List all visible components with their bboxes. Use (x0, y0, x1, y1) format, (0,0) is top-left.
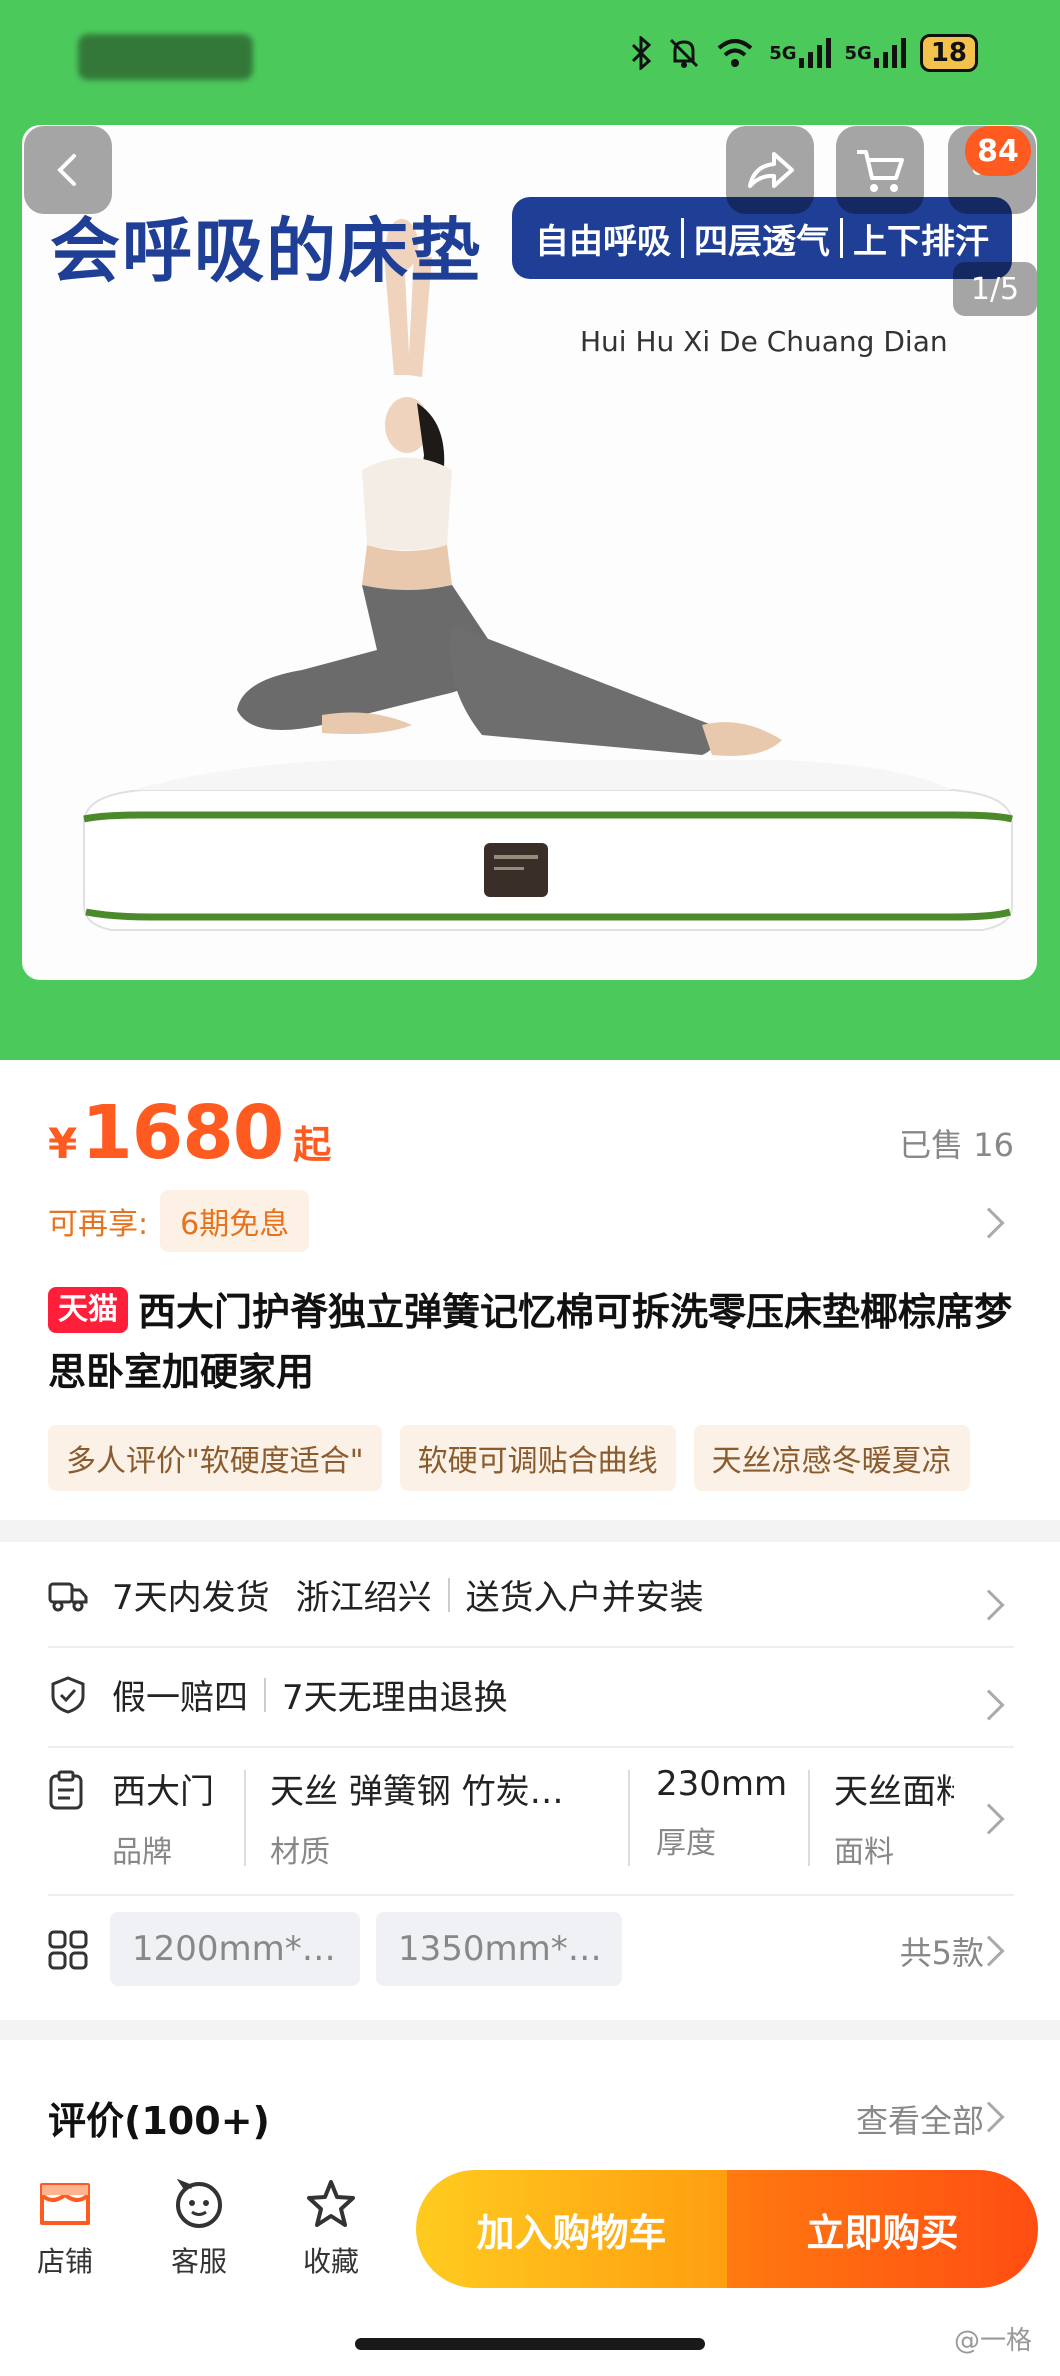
tmall-badge: 天猫 (48, 1287, 128, 1333)
hero-pill-item: 自由呼吸 (535, 221, 671, 262)
home-indicator[interactable] (355, 2338, 705, 2350)
guarantee-fake-claim: 假一赔四 (112, 1678, 248, 1718)
star-icon (286, 2176, 376, 2232)
signal-1-label: 5G (769, 42, 797, 64)
review-tag[interactable]: 多人评价"软硬度适合" (48, 1425, 382, 1491)
price-suffix: 起 (293, 1123, 332, 1167)
purchase-button-group: 加入购物车 立即购买 (416, 2170, 1038, 2288)
customer-service-label: 客服 (170, 2245, 227, 2278)
review-tag[interactable]: 软硬可调贴合曲线 (399, 1425, 676, 1491)
spec-material: 天丝 弹簧钢 竹炭… 材质 (270, 1764, 610, 1874)
price-value: 1680 (81, 1090, 284, 1176)
clipboard-icon (48, 1770, 84, 1814)
spec-value: 西大门 (112, 1772, 214, 1812)
spec-label: 面料 (834, 1835, 894, 1870)
wifi-icon (715, 33, 755, 73)
bottom-action-bar: 店铺 客服 收藏 加入购物车 立即购买 (0, 2150, 1060, 2300)
divider (264, 1677, 266, 1712)
product-title-text: 西大门护脊独立弹簧记忆棉可拆洗零压床垫椰棕席梦思卧室加硬家用 (48, 1290, 1013, 1394)
product-detail-page: 5G 5G 18 会呼吸的床垫 自由呼吸 四层透气 上下排汗 Hui Hu Xi… (0, 0, 1060, 2376)
carrier-blurred (78, 34, 253, 80)
product-info-card: ¥ 1680 起 已售 16 可再享: 6期免息 天猫 西大门护脊独立弹簧记忆棉可… (0, 1060, 1060, 1520)
watermark: @一格 (953, 2326, 1032, 2356)
product-title: 天猫 西大门护脊独立弹簧记忆棉可拆洗零压床垫椰棕席梦思卧室加硬家用 (48, 1282, 1018, 1402)
store-icon (20, 2176, 110, 2232)
review-tags: 多人评价"软硬度适合" 软硬可调贴合曲线 天丝凉感冬暖夏凉 (48, 1425, 1060, 1491)
chat-face-icon (154, 2176, 244, 2232)
cart-icon (857, 150, 904, 192)
spec-brand: 西大门 品牌 (112, 1764, 214, 1874)
spec-value: 230mm (656, 1764, 788, 1804)
spec-value: 天丝 弹簧钢 竹炭… (270, 1772, 564, 1812)
reviews-title: 评价(100+) (48, 2099, 270, 2143)
shipping-install: 送货入户并安装 (465, 1578, 704, 1618)
installment-label: 可再享: (48, 1207, 149, 1242)
cart-button[interactable] (836, 126, 924, 214)
currency-symbol: ¥ (48, 1119, 78, 1168)
spec-label: 品牌 (112, 1835, 172, 1870)
spec-value: 天丝面料 (834, 1772, 954, 1812)
guarantee-return: 7天无理由退换 (282, 1678, 508, 1718)
product-image-carousel[interactable]: 会呼吸的床垫 自由呼吸 四层透气 上下排汗 Hui Hu Xi De Chuan… (22, 125, 1037, 980)
size-option[interactable]: 1350mm*… (376, 1912, 622, 1986)
installment-chip: 6期免息 (160, 1190, 310, 1252)
hero-pill-item: 上下排汗 (853, 221, 989, 262)
mute-bell-icon (667, 33, 701, 73)
spec-label: 材质 (270, 1835, 330, 1870)
shipping-time: 7天内发货 (112, 1578, 270, 1618)
spec-grid[interactable]: 西大门 品牌 天丝 弹簧钢 竹炭… 材质 230mm 厚度 天丝面料 面料 (48, 1764, 1014, 1874)
spec-label: 厚度 (656, 1826, 716, 1861)
spec-divider (244, 1770, 246, 1866)
divider (48, 1746, 1014, 1748)
size-option[interactable]: 1200mm*… (110, 1912, 360, 1986)
installment-row[interactable]: 可再享: 6期免息 (48, 1190, 310, 1252)
cellular-signal-2-icon: 5G (845, 33, 906, 73)
status-icons: 5G 5G 18 (629, 30, 978, 76)
shipping-row[interactable]: 7天内发货 浙江绍兴 送货入户并安装 (48, 1570, 1014, 1619)
chevron-right-icon[interactable] (973, 1207, 1005, 1239)
spec-divider (628, 1770, 630, 1866)
favorite-button[interactable]: 收藏 (286, 2176, 376, 2280)
signal-2-label: 5G (844, 42, 872, 64)
customer-service-button[interactable]: 客服 (154, 2176, 244, 2280)
favorite-label: 收藏 (302, 2245, 359, 2278)
service-spec-card: 7天内发货 浙江绍兴 送货入户并安装 假一赔四 7天无理由退换 西大门 品牌 天… (0, 1542, 1060, 2020)
cellular-signal-1-icon: 5G (769, 33, 831, 73)
price: ¥ 1680 起 (48, 1090, 331, 1176)
spec-divider (808, 1770, 810, 1866)
hero-pill-item: 四层透气 (694, 221, 830, 262)
divider (48, 1894, 1014, 1896)
back-button[interactable] (24, 126, 112, 214)
spec-fabric: 天丝面料 面料 (834, 1764, 954, 1874)
grid-icon (48, 1930, 88, 1974)
sold-count: 已售 16 (899, 1126, 1014, 1164)
shipping-origin: 浙江绍兴 (295, 1578, 432, 1618)
chevron-left-icon (57, 154, 76, 186)
pill-divider (681, 218, 684, 258)
divider (48, 1646, 1014, 1648)
shield-check-icon (48, 1675, 88, 1715)
bluetooth-icon (629, 33, 653, 73)
divider (447, 1577, 450, 1612)
add-to-cart-button[interactable]: 加入购物车 (416, 2170, 727, 2288)
store-button[interactable]: 店铺 (20, 2176, 110, 2280)
guarantee-row[interactable]: 假一赔四 7天无理由退换 (48, 1670, 1014, 1719)
share-button[interactable] (726, 126, 814, 214)
hero-subtitle: Hui Hu Xi De Chuang Dian (580, 325, 948, 358)
sizes-total[interactable]: 共5款 (900, 1928, 984, 1974)
truck-icon (48, 1575, 88, 1615)
hero-headline: 会呼吸的床垫 (50, 209, 482, 292)
image-page-indicator: 1/5 (953, 262, 1037, 316)
share-icon (748, 152, 794, 188)
store-label: 店铺 (36, 2245, 93, 2278)
battery-indicator: 18 (919, 34, 978, 72)
review-tag[interactable]: 天丝凉感冬暖夏凉 (693, 1425, 970, 1491)
status-bar: 5G 5G 18 (0, 0, 1060, 110)
cart-count-badge: 84 (965, 126, 1031, 176)
pill-divider (840, 218, 843, 258)
battery-level: 18 (930, 38, 967, 68)
see-all-reviews-link[interactable]: 查看全部 (856, 2096, 984, 2142)
buy-now-button[interactable]: 立即购买 (727, 2170, 1038, 2288)
spec-thickness: 230mm 厚度 (656, 1764, 787, 1874)
